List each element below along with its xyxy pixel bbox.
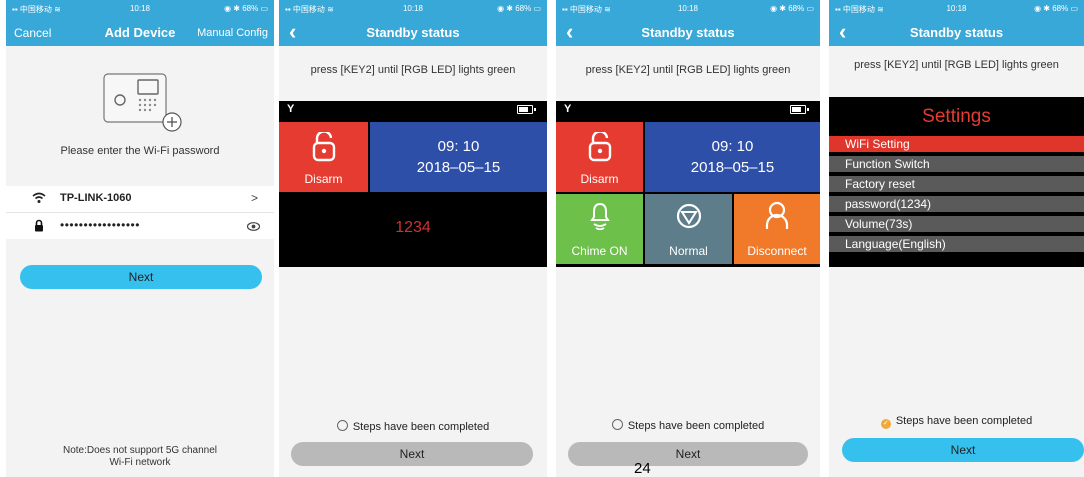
unlock-icon — [312, 132, 335, 162]
status-bar: ▪▪ 中国移动 ≋ 10:18 ◉ ✱ 68% ▭ — [279, 0, 547, 18]
phone-standby-code: ▪▪ 中国移动 ≋ 10:18 ◉ ✱ 68% ▭ ‹ Standby stat… — [279, 0, 547, 477]
note-line-2: Wi-Fi network — [109, 457, 171, 468]
instruction-text: press [KEY2] until [RGB LED] lights gree… — [585, 64, 791, 76]
eye-icon[interactable] — [247, 222, 260, 231]
datetime-tile: 09: 10 2018–05–15 — [645, 122, 820, 192]
alarm-panel-icon — [103, 73, 182, 132]
menu-item-label: password(1234) — [845, 197, 932, 211]
code-display: 1234 — [395, 219, 431, 236]
chime-tile[interactable]: Chime ON — [556, 194, 643, 264]
antenna-icon: Y — [564, 103, 572, 115]
page-title: Standby status — [366, 25, 460, 40]
page-title: Standby status — [641, 25, 735, 40]
menu-item-factory-reset[interactable]: Factory reset — [829, 176, 1084, 192]
chime-label: Chime ON — [571, 244, 628, 258]
shield-icon — [676, 203, 702, 229]
wifi-icon — [32, 192, 46, 203]
nav-bar: ‹ Standby status — [279, 18, 547, 46]
check-circle-icon[interactable]: ✓ — [880, 419, 891, 429]
status-bar: ▪▪ 中国移动 ≋ 10:18 ◉ ✱ 68% ▭ — [829, 0, 1084, 18]
steps-label: Steps have been completed — [895, 415, 1033, 427]
status-bar: ▪▪ 中国移动 ≋ 10:18 ◉ ✱ 68% ▭ — [556, 0, 820, 18]
password-row[interactable]: ••••••••••••••••• — [6, 213, 274, 239]
disarm-tile[interactable]: Disarm — [279, 122, 368, 192]
steps-label: Steps have been completed — [627, 420, 765, 432]
panel-date: 2018–05–15 — [690, 159, 775, 176]
steps-status: Steps have been completed — [279, 420, 547, 433]
panel-screen: Y Disarm 09: 10 2018–05–15 1234 — [279, 101, 547, 267]
disarm-label: Disarm — [304, 172, 343, 186]
normal-label: Normal — [669, 244, 708, 258]
nav-bar: ‹ Standby status — [556, 18, 820, 46]
phone-add-device: ▪▪ 中国移动 ≋ 10:18 ◉ ✱ 68% ▭ Cancel Add Dev… — [6, 0, 274, 477]
menu-item-wifi-setting[interactable]: WiFi Setting — [829, 136, 1084, 152]
menu-item-label: Language(English) — [845, 237, 946, 251]
disarm-label: Disarm — [580, 172, 619, 186]
radio-unchecked-icon[interactable] — [611, 419, 623, 430]
menu-item-language[interactable]: Language(English) — [829, 236, 1084, 252]
disarm-tile[interactable]: Disarm — [556, 122, 643, 192]
password-field[interactable]: ••••••••••••••••• — [60, 218, 140, 232]
lock-icon — [35, 219, 43, 232]
phone-settings: ▪▪ 中国移动 ≋ 10:18 ◉ ✱ 68% ▭ ‹ Standby stat… — [829, 0, 1084, 477]
note-text: Note:Does not support 5G channel Wi-Fi n… — [6, 445, 274, 469]
menu-item-label: Volume(73s) — [845, 217, 913, 231]
instruction-text: press [KEY2] until [RGB LED] lights gree… — [310, 64, 516, 76]
wifi-password-prompt: Please enter the Wi-Fi password — [60, 145, 220, 157]
steps-label: Steps have been completed — [352, 421, 490, 433]
page-title: Standby status — [909, 25, 1004, 40]
menu-item-label: WiFi Setting — [845, 137, 910, 151]
menu-item-label: Function Switch — [845, 157, 930, 171]
manual-config-button[interactable]: Manual Config — [197, 27, 268, 39]
datetime-tile: 09: 10 2018–05–15 — [370, 122, 547, 192]
settings-title: Settings — [922, 106, 991, 127]
battery-label: ◉ ✱ 68% ▭ — [497, 4, 541, 13]
next-button[interactable]: Next — [568, 442, 808, 466]
note-line-1: Note:Does not support 5G channel — [63, 445, 217, 456]
steps-status: Steps have been completed — [556, 419, 820, 432]
next-button[interactable]: Next — [291, 442, 533, 466]
menu-item-volume[interactable]: Volume(73s) — [829, 216, 1084, 232]
antenna-icon: Y — [287, 103, 295, 115]
panel-time: 09: 10 — [711, 138, 754, 155]
battery-icon — [790, 105, 809, 114]
ssid-row[interactable]: TP-LINK-1060 > — [6, 186, 274, 213]
next-button[interactable]: Next — [20, 265, 262, 289]
instruction-text: press [KEY2] until [RGB LED] lights gree… — [854, 59, 1059, 71]
panel-time: 09: 10 — [437, 138, 480, 155]
bell-icon — [590, 202, 610, 231]
steps-status: ✓ Steps have been completed — [829, 415, 1084, 429]
chevron-right-icon: > — [250, 191, 258, 205]
nav-bar: ‹ Standby status — [829, 18, 1084, 46]
phone-standby-tiles: ▪▪ 中国移动 ≋ 10:18 ◉ ✱ 68% ▭ ‹ Standby stat… — [556, 0, 820, 477]
nav-bar: Cancel Add Device Manual Config — [6, 18, 274, 46]
battery-label: ◉ ✱ 68% ▭ — [770, 4, 814, 13]
menu-item-function-switch[interactable]: Function Switch — [829, 156, 1084, 172]
unlock-icon — [588, 132, 611, 162]
panel-screen: Y Disarm 09: 10 2018–05–15 Chime ON Norm… — [556, 101, 820, 267]
battery-label: ◉ ✱ 68% ▭ — [1034, 4, 1078, 13]
menu-item-label: Factory reset — [845, 177, 916, 191]
battery-label: ◉ ✱ 68% ▭ — [224, 4, 268, 13]
ssid-value: TP-LINK-1060 — [60, 192, 132, 204]
next-button[interactable]: Next — [842, 438, 1084, 462]
settings-screen: Settings WiFi Setting Function Switch Fa… — [829, 97, 1084, 267]
user-icon — [765, 201, 789, 229]
status-bar: ▪▪ 中国移动 ≋ 10:18 ◉ ✱ 68% ▭ — [6, 0, 274, 18]
page-number: 24 — [634, 460, 651, 477]
menu-item-password[interactable]: password(1234) — [829, 196, 1084, 212]
radio-unchecked-icon[interactable] — [336, 420, 348, 431]
disconnect-tile[interactable]: Disconnect — [734, 194, 820, 264]
disconnect-label: Disconnect — [747, 244, 807, 258]
normal-tile[interactable]: Normal — [645, 194, 732, 264]
battery-icon — [517, 105, 536, 114]
panel-date: 2018–05–15 — [416, 159, 501, 176]
